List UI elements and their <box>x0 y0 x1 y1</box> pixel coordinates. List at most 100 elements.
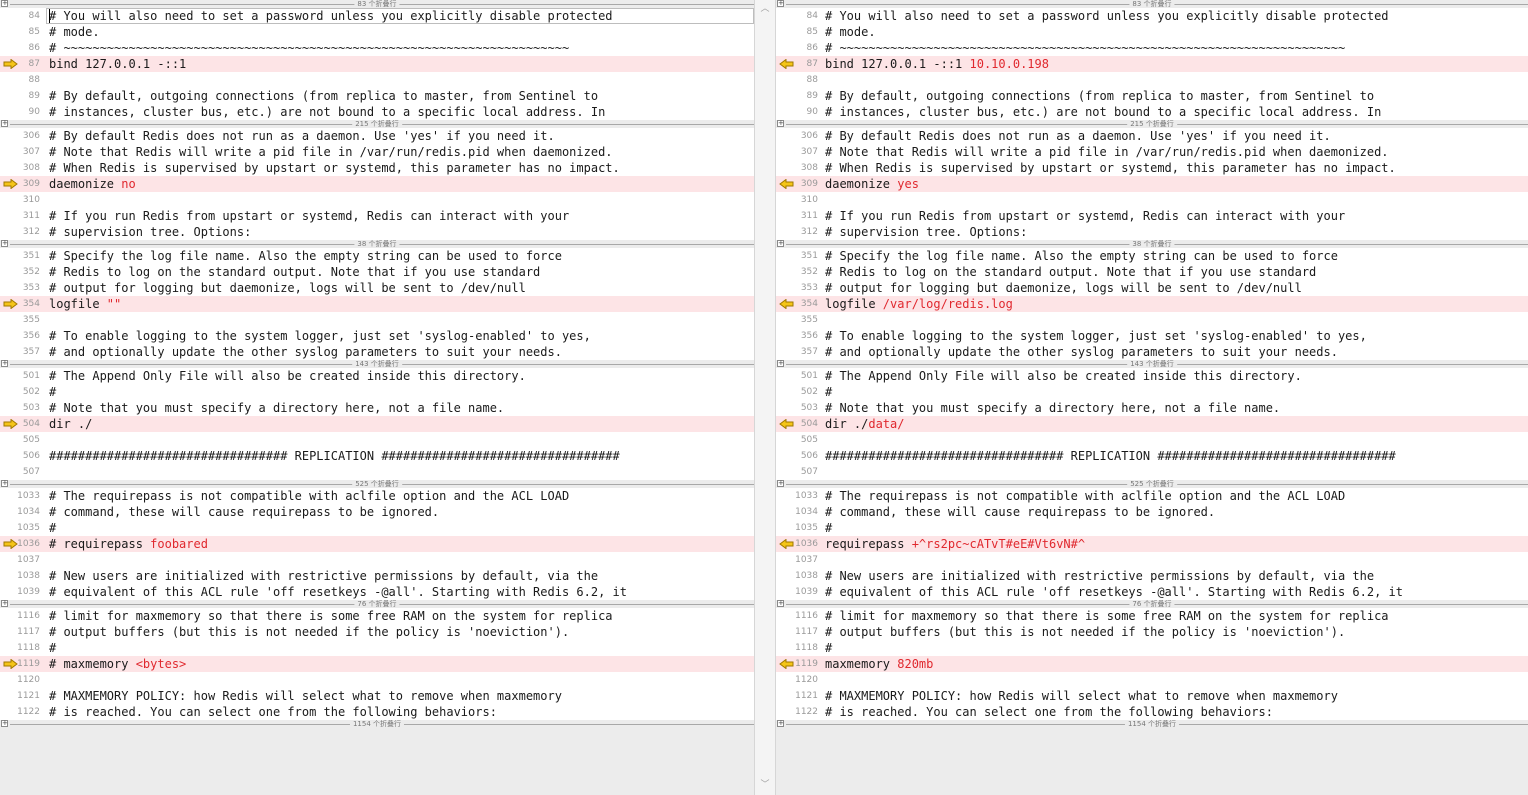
code-line[interactable]: 85 # mode. <box>0 24 754 40</box>
code-line[interactable]: 1038 # New users are initialized with res… <box>0 568 754 584</box>
fold-separator[interactable]: +143 个折叠行 <box>776 360 1528 368</box>
code-line[interactable]: 1122 # is reached. You can select one fro… <box>776 704 1528 720</box>
code-line[interactable]: 1038 # New users are initialized with res… <box>776 568 1528 584</box>
diff-line[interactable]: 87 bind 127.0.0.1 -::1 <box>0 56 754 72</box>
fold-separator[interactable]: +1154 个折叠行 <box>0 720 754 728</box>
fold-separator[interactable]: +143 个折叠行 <box>0 360 754 368</box>
code-line[interactable]: 1034 # command, these will cause requirep… <box>776 504 1528 520</box>
code-line[interactable]: 352 # Redis to log on the standard output… <box>776 264 1528 280</box>
arrow-left-icon[interactable] <box>779 59 794 69</box>
code-line[interactable]: 84 # You will also need to set a password… <box>0 8 754 24</box>
code-line[interactable]: 506 ################################# REP… <box>0 448 754 464</box>
code-line[interactable]: 86 # ~~~~~~~~~~~~~~~~~~~~~~~~~~~~~~~~~~~~… <box>0 40 754 56</box>
plus-box-icon[interactable]: + <box>777 0 784 7</box>
arrow-left-icon[interactable] <box>779 419 794 429</box>
diff-line[interactable]: 309 daemonize no <box>0 176 754 192</box>
code-line[interactable]: 1121 # MAXMEMORY POLICY: how Redis will s… <box>0 688 754 704</box>
code-line[interactable]: 306 # By default Redis does not run as a … <box>776 128 1528 144</box>
fold-separator[interactable]: +215 个折叠行 <box>776 120 1528 128</box>
code-line[interactable]: 306 # By default Redis does not run as a … <box>0 128 754 144</box>
arrow-left-icon[interactable] <box>779 539 794 549</box>
plus-box-icon[interactable]: + <box>1 120 8 127</box>
code-line[interactable]: 1120 <box>776 672 1528 688</box>
fold-separator[interactable]: +38 个折叠行 <box>776 240 1528 248</box>
fold-separator[interactable]: +83 个折叠行 <box>776 0 1528 8</box>
arrow-right-icon[interactable] <box>3 299 18 309</box>
code-line[interactable]: 1117 # output buffers (but this is not ne… <box>0 624 754 640</box>
plus-box-icon[interactable]: + <box>1 240 8 247</box>
plus-box-icon[interactable]: + <box>777 120 784 127</box>
code-line[interactable]: 312 # supervision tree. Options: <box>0 224 754 240</box>
fold-separator[interactable]: +215 个折叠行 <box>0 120 754 128</box>
code-line[interactable]: 1033 # The requirepass is not compatible … <box>776 488 1528 504</box>
code-line[interactable]: 311 # If you run Redis from upstart or sy… <box>776 208 1528 224</box>
diff-line[interactable]: 504 dir ./data/ <box>776 416 1528 432</box>
code-line[interactable]: 312 # supervision tree. Options: <box>776 224 1528 240</box>
code-line[interactable]: 502 # <box>0 384 754 400</box>
code-line[interactable]: 353 # output for logging but daemonize, l… <box>776 280 1528 296</box>
code-line[interactable]: 1034 # command, these will cause requirep… <box>0 504 754 520</box>
code-line[interactable]: 505 <box>0 432 754 448</box>
code-line[interactable]: 351 # Specify the log file name. Also the… <box>776 248 1528 264</box>
diff-line[interactable]: 504 dir ./ <box>0 416 754 432</box>
plus-box-icon[interactable]: + <box>777 360 784 367</box>
fold-separator[interactable]: +83 个折叠行 <box>0 0 754 8</box>
code-line[interactable]: 1035 # <box>0 520 754 536</box>
diff-line[interactable]: 1119 # maxmemory <bytes> <box>0 656 754 672</box>
code-line[interactable]: 506 ################################# REP… <box>776 448 1528 464</box>
code-line[interactable]: 1116 # limit for maxmemory so that there … <box>776 608 1528 624</box>
fold-separator[interactable]: +1154 个折叠行 <box>776 720 1528 728</box>
code-line[interactable]: 355 <box>776 312 1528 328</box>
code-line[interactable]: 351 # Specify the log file name. Also the… <box>0 248 754 264</box>
code-line[interactable]: 353 # output for logging but daemonize, l… <box>0 280 754 296</box>
left-file-pane[interactable]: +83 个折叠行 84 # You will also need to set a … <box>0 0 754 795</box>
code-line[interactable]: 86 # ~~~~~~~~~~~~~~~~~~~~~~~~~~~~~~~~~~~~… <box>776 40 1528 56</box>
code-line[interactable]: 352 # Redis to log on the standard output… <box>0 264 754 280</box>
arrow-right-icon[interactable] <box>3 179 18 189</box>
plus-box-icon[interactable]: + <box>1 720 8 727</box>
code-line[interactable]: 505 <box>776 432 1528 448</box>
code-line[interactable]: 503 # Note that you must specify a direct… <box>0 400 754 416</box>
diff-line[interactable]: 354 logfile "" <box>0 296 754 312</box>
diff-line[interactable]: 1036 requirepass +^rs2pc~cATvT#eE#Vt6vN#^ <box>776 536 1528 552</box>
code-line[interactable]: 308 # When Redis is supervised by upstart… <box>776 160 1528 176</box>
arrow-right-icon[interactable] <box>3 59 18 69</box>
fold-separator[interactable]: +525 个折叠行 <box>0 480 754 488</box>
code-line[interactable]: 88 <box>0 72 754 88</box>
fold-separator[interactable]: +38 个折叠行 <box>0 240 754 248</box>
code-line[interactable]: 501 # The Append Only File will also be c… <box>776 368 1528 384</box>
right-file-pane[interactable]: +83 个折叠行 84 # You will also need to set a … <box>776 0 1528 795</box>
code-line[interactable]: 90 # instances, cluster bus, etc.) are no… <box>776 104 1528 120</box>
code-line[interactable]: 503 # Note that you must specify a direct… <box>776 400 1528 416</box>
fold-separator[interactable]: +76 个折叠行 <box>0 600 754 608</box>
diff-line[interactable]: 354 logfile /var/log/redis.log <box>776 296 1528 312</box>
diff-line[interactable]: 1119 maxmemory 820mb <box>776 656 1528 672</box>
code-line[interactable]: 356 # To enable logging to the system log… <box>776 328 1528 344</box>
code-line[interactable]: 307 # Note that Redis will write a pid fi… <box>776 144 1528 160</box>
code-line[interactable]: 89 # By default, outgoing connections (fr… <box>776 88 1528 104</box>
code-line[interactable]: 507 <box>0 464 754 480</box>
code-line[interactable]: 1117 # output buffers (but this is not ne… <box>776 624 1528 640</box>
code-line[interactable]: 357 # and optionally update the other sys… <box>0 344 754 360</box>
arrow-left-icon[interactable] <box>779 179 794 189</box>
code-line[interactable]: 507 <box>776 464 1528 480</box>
plus-box-icon[interactable]: + <box>777 240 784 247</box>
code-line[interactable]: 308 # When Redis is supervised by upstart… <box>0 160 754 176</box>
fold-separator[interactable]: +76 个折叠行 <box>776 600 1528 608</box>
code-line[interactable]: 1037 <box>0 552 754 568</box>
plus-box-icon[interactable]: + <box>777 480 784 487</box>
arrow-left-icon[interactable] <box>779 659 794 669</box>
code-line[interactable]: 311 # If you run Redis from upstart or sy… <box>0 208 754 224</box>
arrow-right-icon[interactable] <box>3 539 18 549</box>
code-line[interactable]: 1033 # The requirepass is not compatible … <box>0 488 754 504</box>
plus-box-icon[interactable]: + <box>1 600 8 607</box>
code-line[interactable]: 84 # You will also need to set a password… <box>776 8 1528 24</box>
diff-line[interactable]: 309 daemonize yes <box>776 176 1528 192</box>
code-line[interactable]: 502 # <box>776 384 1528 400</box>
scroll-up-icon[interactable]: ︿ <box>759 4 771 14</box>
code-line[interactable]: 310 <box>0 192 754 208</box>
plus-box-icon[interactable]: + <box>777 600 784 607</box>
code-line[interactable]: 307 # Note that Redis will write a pid fi… <box>0 144 754 160</box>
code-line[interactable]: 1120 <box>0 672 754 688</box>
code-line[interactable]: 1035 # <box>776 520 1528 536</box>
